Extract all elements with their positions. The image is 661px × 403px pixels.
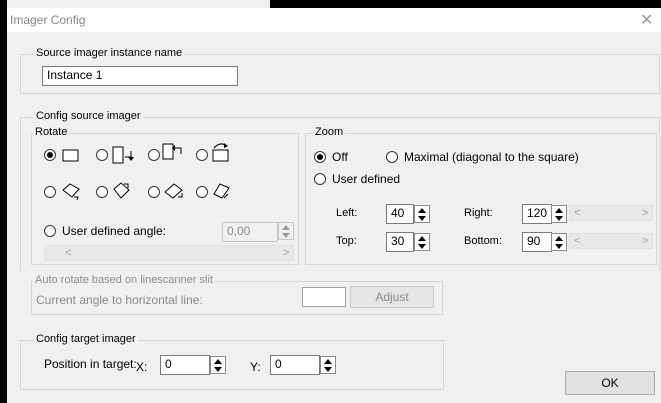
rotate-legend: Rotate <box>33 126 70 138</box>
current-angle-label: Current angle to horizontal line: <box>36 293 203 307</box>
rotate-option-diamond-1[interactable] <box>44 186 56 198</box>
position-label: Position in target: <box>44 357 137 371</box>
source-name-legend: Source imager instance name <box>34 47 185 59</box>
zoom-bottom-label: Bottom: <box>464 235 502 247</box>
rotate-option-user-defined[interactable] <box>44 225 56 237</box>
zoom-horizontal-scrollbar[interactable]: < > <box>569 205 653 221</box>
rotate-option-90ccw[interactable] <box>148 149 160 161</box>
current-angle-value <box>302 287 346 307</box>
rotate-option-180[interactable] <box>196 149 208 161</box>
zoom-h-scroll-left-icon[interactable]: < <box>574 207 580 219</box>
scroll-left-icon[interactable]: < <box>65 247 71 259</box>
zoom-right-input[interactable]: 120 <box>522 204 552 224</box>
rotate-option-diamond-3[interactable] <box>148 186 160 198</box>
rotate-90-ccw-icon <box>162 143 182 160</box>
auto-rotate-legend: Auto rotate based on linescanner slit <box>33 274 215 286</box>
angle-spinner[interactable] <box>278 222 294 240</box>
zoom-top-input[interactable]: 30 <box>386 232 414 252</box>
rotate-option-none[interactable] <box>44 149 56 161</box>
rotate-option-90cw[interactable] <box>96 149 108 161</box>
rotate-90-cw-icon <box>112 146 134 164</box>
zoom-user-defined-label: User defined <box>332 172 401 186</box>
zoom-v-scroll-right-icon[interactable]: > <box>642 235 648 247</box>
zoom-option-maximal[interactable] <box>386 151 398 163</box>
zoom-legend: Zoom <box>313 126 346 138</box>
background-strip <box>270 0 661 8</box>
angle-scrollbar[interactable]: < > <box>44 245 294 261</box>
window-title: Imager Config <box>10 13 86 27</box>
zoom-h-scroll-right-icon[interactable]: > <box>642 207 648 219</box>
target-y-input[interactable]: 0 <box>270 355 320 375</box>
zoom-bottom-input[interactable]: 90 <box>522 232 552 252</box>
zoom-option-off[interactable] <box>314 151 326 163</box>
zoom-left-input[interactable]: 40 <box>386 204 414 224</box>
rotate-180-icon <box>212 143 229 162</box>
target-y-spinner[interactable] <box>320 356 336 374</box>
close-icon[interactable]: ✕ <box>640 10 653 30</box>
zoom-vertical-scrollbar[interactable]: < > <box>569 233 653 249</box>
config-target-legend: Config target imager <box>34 333 138 345</box>
scroll-right-icon[interactable]: > <box>283 247 289 259</box>
background-strip-left <box>0 0 7 403</box>
target-x-input[interactable]: 0 <box>160 355 210 375</box>
zoom-top-spinner[interactable] <box>414 233 430 251</box>
rotate-option-diamond-2[interactable] <box>96 186 108 198</box>
adjust-button[interactable]: Adjust <box>350 286 434 308</box>
rotate-diamond-3-icon <box>164 183 183 199</box>
rotate-diamond-1-icon <box>62 183 80 201</box>
rotate-diamond-4-icon <box>213 183 230 199</box>
user-defined-angle-label: User defined angle: <box>62 224 167 238</box>
zoom-bottom-spinner[interactable] <box>551 233 567 251</box>
title-bar <box>7 8 661 32</box>
rotate-none-icon <box>62 149 79 162</box>
zoom-right-label: Right: <box>464 207 493 219</box>
rotate-option-diamond-4[interactable] <box>196 186 208 198</box>
zoom-right-spinner[interactable] <box>551 205 567 223</box>
zoom-left-spinner[interactable] <box>414 205 430 223</box>
user-defined-angle-input[interactable]: 0,00 <box>222 222 278 242</box>
zoom-off-label: Off <box>332 150 348 164</box>
rotate-diamond-2-icon <box>113 182 130 199</box>
target-x-label: X: <box>136 360 148 374</box>
zoom-maximal-label: Maximal (diagonal to the square) <box>404 150 579 164</box>
target-x-spinner[interactable] <box>210 356 226 374</box>
zoom-top-label: Top: <box>336 235 357 247</box>
zoom-option-user-defined[interactable] <box>314 173 326 185</box>
config-source-legend: Config source imager <box>34 110 143 122</box>
ok-button[interactable]: OK <box>565 371 655 395</box>
zoom-left-label: Left: <box>336 207 358 219</box>
source-name-input[interactable]: Instance 1 <box>42 66 238 86</box>
zoom-v-scroll-left-icon[interactable]: < <box>574 235 580 247</box>
target-y-label: Y: <box>250 360 261 374</box>
